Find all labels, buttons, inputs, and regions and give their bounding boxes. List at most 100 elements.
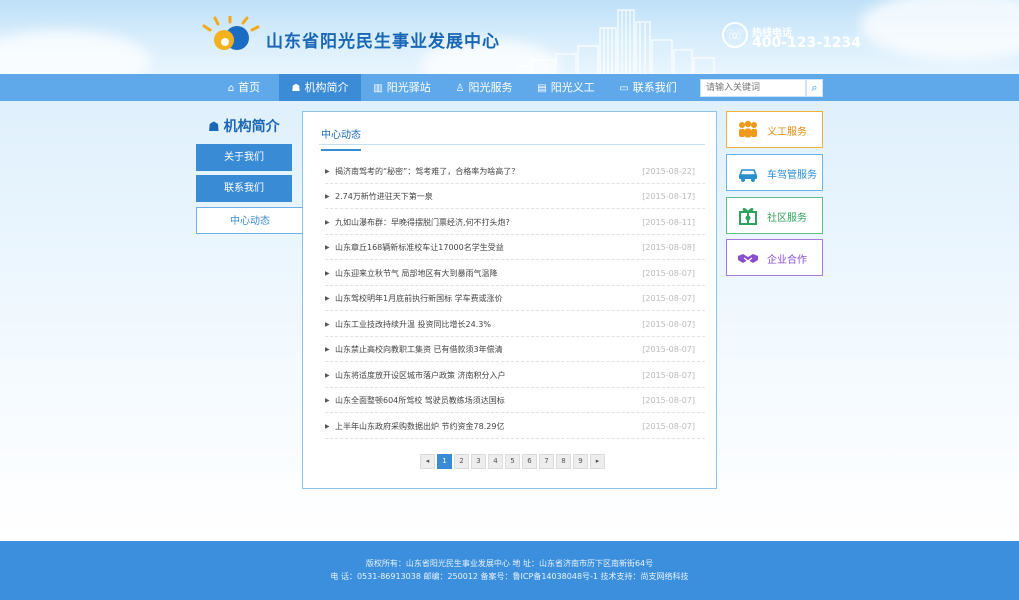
news-row[interactable]: ▶ 2.74万新竹进驻天下第一泉 [2015-08-17] xyxy=(325,184,705,209)
bullet-arrow-icon: ▶ xyxy=(325,321,330,328)
sidebar-link-contact[interactable]: 联系我们 xyxy=(196,175,292,202)
pagination-page-button[interactable]: 7 xyxy=(539,454,554,469)
news-title[interactable]: 山东章丘168辆新标准校车让17000名学生受益 xyxy=(335,235,504,260)
news-date: [2015-08-07] xyxy=(642,422,695,431)
nav-item-label: 阳光义工 xyxy=(550,81,595,94)
news-date: [2015-08-08] xyxy=(642,243,695,252)
phone-icon: ☏ xyxy=(722,22,748,48)
news-title[interactable]: 山东全面整顿604所驾校 驾驶员教练场须达国标 xyxy=(335,388,505,413)
contact-card-icon: ▭ xyxy=(619,83,629,94)
divider xyxy=(319,144,705,145)
service-label: 义工服务 xyxy=(767,127,807,138)
news-title[interactable]: 九如山瀑布群：早晚得摆脱门票经济,何不打头炮? xyxy=(335,210,510,235)
pagination-page-button[interactable]: 6 xyxy=(522,454,537,469)
news-date: [2015-08-07] xyxy=(642,396,695,405)
news-row[interactable]: ▶ 山东工业技改持续升温 投资同比增长24.3% [2015-08-07] xyxy=(325,312,705,337)
news-row[interactable]: ▶ 上半年山东政府采购数据出炉 节约资金78.29亿 [2015-08-07] xyxy=(325,414,705,439)
pagination-page-button[interactable]: 5 xyxy=(505,454,520,469)
news-date: [2015-08-17] xyxy=(642,192,695,201)
service-label: 车驾管服务 xyxy=(767,170,817,181)
bullet-arrow-icon: ▶ xyxy=(325,423,330,430)
news-date: [2015-08-07] xyxy=(642,269,695,278)
news-date: [2015-08-07] xyxy=(642,345,695,354)
handshake-icon xyxy=(738,254,758,263)
search-input[interactable] xyxy=(700,79,806,97)
nav-item-contact[interactable]: ▭ 联系我们 xyxy=(607,74,689,101)
service-enterprise-button[interactable]: 企业合作 xyxy=(726,239,823,276)
nav-item-label: 阳光驿站 xyxy=(386,81,431,94)
search-button[interactable]: ⌕ xyxy=(806,79,823,97)
bullet-arrow-icon: ▶ xyxy=(325,219,330,226)
news-title[interactable]: 山东工业技改持续升温 投资同比增长24.3% xyxy=(335,312,491,337)
nav-item-volunteer[interactable]: ▤ 阳光义工 xyxy=(525,74,607,101)
search-icon: ⌕ xyxy=(811,81,818,94)
nav-item-label: 首页 xyxy=(238,81,261,94)
news-row[interactable]: ▶ 九如山瀑布群：早晚得摆脱门票经济,何不打头炮? [2015-08-11] xyxy=(325,210,705,235)
pagination-page-button[interactable]: 2 xyxy=(454,454,469,469)
car-icon xyxy=(738,169,758,182)
news-date: [2015-08-22] xyxy=(642,167,695,176)
news-row[interactable]: ▶ 山东全面整顿604所驾校 驾驶员教练场须达国标 [2015-08-07] xyxy=(325,388,705,413)
sun-logo-icon[interactable] xyxy=(200,16,260,56)
pagination-page-button[interactable]: 9 xyxy=(573,454,588,469)
pagination-page-button[interactable]: 4 xyxy=(488,454,503,469)
news-title[interactable]: 上半年山东政府采购数据出炉 节约资金78.29亿 xyxy=(335,414,504,439)
bullet-arrow-icon: ▶ xyxy=(325,270,330,277)
news-title[interactable]: 2.74万新竹进驻天下第一泉 xyxy=(335,184,433,209)
bank-icon: ▤ xyxy=(537,83,547,94)
sidebar-link-news[interactable]: 中心动态 xyxy=(196,207,303,234)
news-row[interactable]: ▶ 揭济南驾考的“秘密”：驾考难了，合格率为啥高了？ [2015-08-22] xyxy=(325,159,705,184)
news-date: [2015-08-07] xyxy=(642,294,695,303)
sidebar-title-text: 机构简介 xyxy=(223,119,280,135)
nav-item-home[interactable]: ⌂ 首页 xyxy=(203,74,285,101)
news-title[interactable]: 山东驾校明年1月底前执行新国标 学车费或涨价 xyxy=(335,286,503,311)
footer-copyright: 版权所有：山东省阳光民生事业发展中心 地 址：山东省济南市历下区南新街64号 xyxy=(365,559,654,568)
footer-contact: 电 话：0531-86913038 邮编：250012 备案号：鲁ICP备140… xyxy=(330,572,689,581)
news-panel: 中心动态 ▶ 揭济南驾考的“秘密”：驾考难了，合格率为啥高了？ [2015-08… xyxy=(302,111,717,489)
pagination-prev-button[interactable]: ◂ xyxy=(420,454,435,469)
hotline-number: 400-123-1234 xyxy=(752,35,862,51)
pagination-page-button[interactable]: 1 xyxy=(437,454,452,469)
news-panel-tab[interactable]: 中心动态 xyxy=(321,126,361,151)
news-date: [2015-08-07] xyxy=(642,371,695,380)
news-row[interactable]: ▶ 山东章丘168辆新标准校车让17000名学生受益 [2015-08-08] xyxy=(325,235,705,260)
news-title[interactable]: 揭济南驾考的“秘密”：驾考难了，合格率为啥高了？ xyxy=(335,159,519,184)
service-community-button[interactable]: 社区服务 xyxy=(726,197,823,234)
news-title[interactable]: 山东禁止高校向教职工集资 已有借款须3年偿清 xyxy=(335,337,503,362)
bullet-arrow-icon: ▶ xyxy=(325,193,330,200)
news-row[interactable]: ▶ 山东迎来立秋节气 局部地区有大到暴雨气温降 [2015-08-07] xyxy=(325,261,705,286)
news-date: [2015-08-07] xyxy=(642,320,695,329)
org-chart-icon: ☗ xyxy=(291,83,301,94)
city-skyline-illustration xyxy=(518,9,715,74)
nav-item-about[interactable]: ☗ 机构简介 xyxy=(279,74,361,101)
news-title[interactable]: 山东迎来立秋节气 局部地区有大到暴雨气温降 xyxy=(335,261,498,286)
pagination-page-button[interactable]: 8 xyxy=(556,454,571,469)
bullet-arrow-icon: ▶ xyxy=(325,168,330,175)
nav-item-label: 阳光服务 xyxy=(468,81,513,94)
pagination-page-button[interactable]: 3 xyxy=(471,454,486,469)
news-row[interactable]: ▶ 山东将适度放开设区城市落户政策 济南积分入户 [2015-08-07] xyxy=(325,363,705,388)
nav-item-station[interactable]: ▥ 阳光驿站 xyxy=(361,74,443,101)
main-nav: ⌂首页 ☗机构简介 ▥阳光驿站 ♙阳光服务 ▤阳光义工 ▭联系我们 ⌕ xyxy=(0,74,1019,101)
news-row[interactable]: ▶ 山东禁止高校向教职工集资 已有借款须3年偿清 [2015-08-07] xyxy=(325,337,705,362)
sidebar-link-about[interactable]: 关于我们 xyxy=(196,144,292,171)
site-footer: 版权所有：山东省阳光民生事业发展中心 地 址：山东省济南市历下区南新街64号 电… xyxy=(0,541,1019,600)
news-date: [2015-08-11] xyxy=(642,218,695,227)
bullet-arrow-icon: ▶ xyxy=(325,244,330,251)
news-row[interactable]: ▶ 山东驾校明年1月底前执行新国标 学车费或涨价 [2015-08-07] xyxy=(325,286,705,311)
service-label: 企业合作 xyxy=(767,255,807,266)
bullet-arrow-icon: ▶ xyxy=(325,346,330,353)
bullet-arrow-icon: ▶ xyxy=(325,372,330,379)
news-title[interactable]: 山东将适度放开设区城市落户政策 济南积分入户 xyxy=(335,363,506,388)
service-volunteer-button[interactable]: 义工服务 xyxy=(726,111,823,148)
site-header: 山东省阳光民生事业发展中心 ☏ 热线电话 400-123-1234 xyxy=(0,0,1019,74)
org-chart-icon: ☗ xyxy=(208,120,220,135)
nav-item-service[interactable]: ♙ 阳光服务 xyxy=(443,74,525,101)
bullet-arrow-icon: ▶ xyxy=(325,397,330,404)
pagination-next-button[interactable]: ▸ xyxy=(590,454,605,469)
nav-item-label: 机构简介 xyxy=(304,81,349,94)
cloud-decoration xyxy=(0,30,150,74)
site-title: 山东省阳光民生事业发展中心 xyxy=(266,32,500,52)
volunteers-icon xyxy=(739,120,757,138)
service-vehicle-button[interactable]: 车驾管服务 xyxy=(726,154,823,191)
